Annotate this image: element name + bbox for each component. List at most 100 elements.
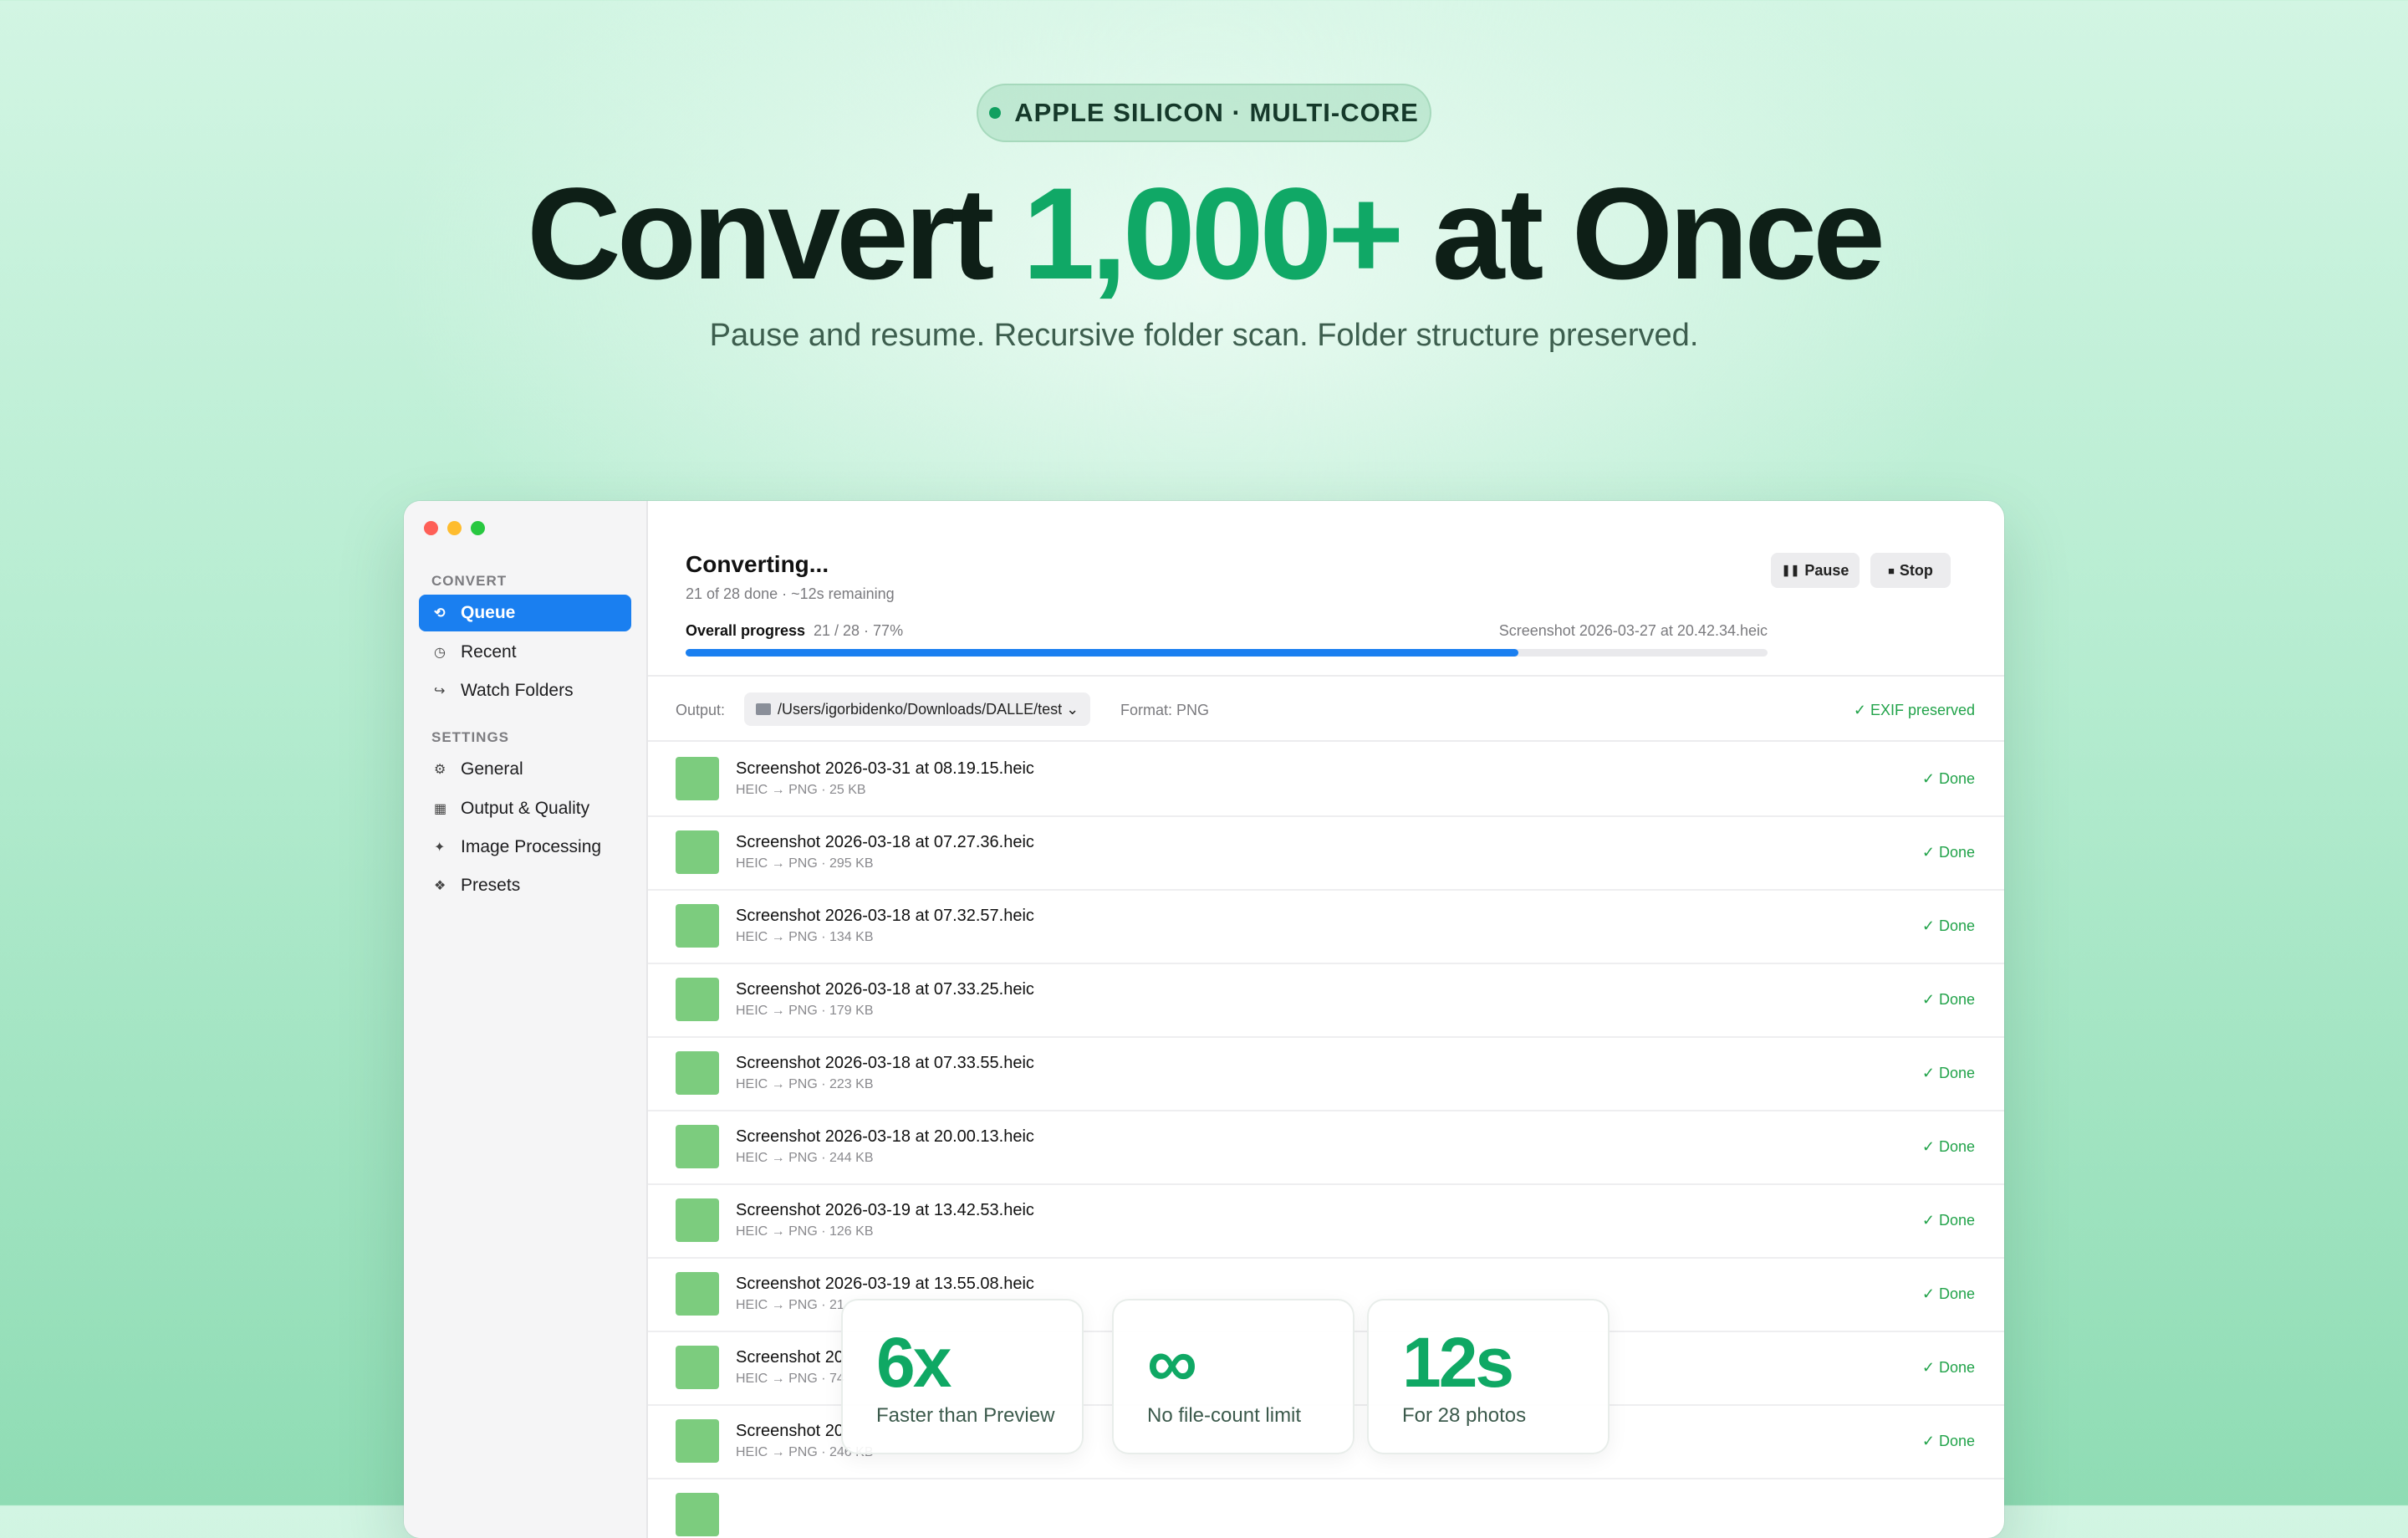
queue-icon: ⟲ (434, 606, 446, 621)
headline: Convert 1,000+ at Once (0, 159, 2408, 309)
file-name: Screenshot 2026-03-18 at 20.00.13.heic (736, 1127, 1034, 1146)
output-path: /Users/igorbidenko/Downloads/DALLE/test … (778, 700, 1079, 718)
divider (648, 675, 2004, 677)
file-row[interactable]: Screenshot 2026-03-18 at 07.32.57.heic H… (648, 889, 2004, 964)
file-thumbnail (676, 904, 719, 948)
status-dot-icon (989, 107, 1002, 119)
file-row[interactable]: Screenshot 2026-03-19 at 13.42.53.heic H… (648, 1183, 2004, 1259)
stop-button[interactable]: ■ Stop (1870, 553, 1951, 588)
file-status: ✓ Done (1921, 844, 1975, 861)
file-thumbnail (676, 1272, 719, 1316)
badge-label: APPLE SILICON · MULTI-CORE (1014, 98, 1419, 127)
file-thumbnail (676, 978, 719, 1021)
file-row[interactable]: Screenshot 2026-03-18 at 07.27.36.heic H… (648, 815, 2004, 891)
sidebar-item-presets[interactable]: ❖ Presets (419, 867, 631, 904)
file-row[interactable] (648, 1478, 2004, 1538)
file-thumbnail (676, 1051, 719, 1095)
file-meta: HEIC → PNG · 223 KB (736, 1077, 874, 1091)
stat-card-speed: 6x Faster than Preview (841, 1299, 1084, 1454)
file-thumbnail (676, 1198, 719, 1242)
file-status: ✓ Done (1921, 1138, 1975, 1155)
progress-bar-fill (686, 649, 1519, 657)
sidebar-item-output-quality[interactable]: ▦ Output & Quality (419, 790, 631, 827)
file-meta: HEIC → PNG · 74 (736, 1372, 844, 1386)
file-name: Screenshot 20 (736, 1348, 844, 1367)
presets-icon: ❖ (434, 879, 446, 893)
file-thumbnail (676, 757, 719, 800)
sidebar-item-label: Queue (461, 603, 516, 622)
file-status: ✓ Done (1921, 770, 1975, 787)
file-row[interactable]: Screenshot 2026-03-18 at 20.00.13.heic H… (648, 1110, 2004, 1185)
minimize-window-button[interactable] (447, 521, 462, 535)
stat-label: No file-count limit (1147, 1404, 1302, 1427)
stat-value: ∞ (1147, 1323, 1197, 1402)
sidebar-item-queue[interactable]: ⟲ Queue (419, 595, 631, 631)
output-label: Output: (676, 702, 726, 718)
window-controls (424, 521, 485, 535)
pause-icon: ❚❚ (1781, 564, 1800, 576)
current-file: Screenshot 2026-03-27 at 20.42.34.heic (1498, 622, 1768, 639)
zoom-window-button[interactable] (471, 521, 485, 535)
watch-folder-icon: ↪ (434, 684, 446, 698)
sidebar-item-label: Presets (461, 876, 521, 895)
file-thumbnail (676, 1346, 719, 1389)
file-status: ✓ Done (1921, 1433, 1975, 1449)
file-name: Screenshot 2026-03-31 at 08.19.15.heic (736, 759, 1034, 778)
subheadline: Pause and resume. Recursive folder scan.… (709, 318, 1699, 353)
file-meta: HEIC → PNG · 21 (736, 1298, 844, 1312)
status-title: Converting... (686, 551, 829, 577)
file-status: ✓ Done (1921, 1359, 1975, 1376)
platform-badge: APPLE SILICON · MULTI-CORE (977, 84, 1431, 142)
file-name: Screenshot 2026-03-19 at 13.55.08.heic (736, 1275, 1034, 1293)
clock-icon: ◷ (434, 646, 446, 660)
sidebar-item-watch-folders[interactable]: ↪ Watch Folders (419, 672, 631, 709)
sidebar-item-label: General (461, 759, 523, 779)
file-name: Screenshot 2026-03-18 at 07.27.36.heic (736, 833, 1034, 851)
file-thumbnail (676, 1493, 719, 1536)
file-thumbnail (676, 1125, 719, 1168)
stat-label: Faster than Preview (876, 1404, 1055, 1427)
output-format: Format: PNG (1120, 702, 1210, 718)
file-name: Screenshot 2026-03-19 at 13.42.53.heic (736, 1201, 1034, 1219)
file-meta: HEIC → PNG · 25 KB (736, 783, 866, 797)
file-name: Screenshot 20 (736, 1422, 844, 1440)
file-status: ✓ Done (1921, 1212, 1975, 1229)
pause-button-label: Pause (1804, 561, 1849, 579)
file-row[interactable]: Screenshot 2026-03-18 at 07.33.55.heic H… (648, 1036, 2004, 1111)
pause-button[interactable]: ❚❚ Pause (1771, 553, 1860, 588)
stat-card-time: 12s For 28 photos (1367, 1299, 1610, 1454)
output-folder-picker[interactable]: /Users/igorbidenko/Downloads/DALLE/test … (744, 692, 1090, 726)
sidebar-item-label: Output & Quality (461, 799, 590, 818)
status-subtitle: 21 of 28 done · ~12s remaining (686, 585, 895, 602)
close-window-button[interactable] (424, 521, 438, 535)
file-name: Screenshot 2026-03-18 at 07.33.25.heic (736, 980, 1034, 999)
file-status: ✓ Done (1921, 917, 1975, 934)
sidebar-item-label: Watch Folders (461, 681, 574, 700)
folder-icon (756, 703, 771, 715)
file-name: Screenshot 2026-03-18 at 07.33.55.heic (736, 1054, 1034, 1072)
exif-status: ✓ EXIF preserved (1853, 702, 1975, 718)
file-meta: HEIC → PNG · 295 KB (736, 856, 874, 871)
file-status: ✓ Done (1921, 991, 1975, 1008)
stop-icon: ■ (1888, 564, 1895, 577)
sidebar-item-general[interactable]: ⚙ General (419, 751, 631, 788)
stat-card-limit: ∞ No file-count limit (1112, 1299, 1354, 1454)
file-meta: HEIC → PNG · 244 KB (736, 1151, 874, 1165)
stop-button-label: Stop (1899, 561, 1933, 579)
file-thumbnail (676, 1419, 719, 1463)
stat-value: 6x (876, 1323, 951, 1402)
headline-pre: Convert (527, 161, 1023, 307)
output-icon: ▦ (434, 802, 447, 816)
file-status: ✓ Done (1921, 1285, 1975, 1302)
sidebar-item-image-processing[interactable]: ✦ Image Processing (419, 829, 631, 866)
file-meta: HEIC → PNG · 126 KB (736, 1224, 874, 1239)
file-row[interactable]: Screenshot 2026-03-18 at 07.33.25.heic H… (648, 963, 2004, 1038)
stat-value: 12s (1402, 1323, 1514, 1402)
headline-accent: 1,000+ (1022, 161, 1404, 307)
sidebar-item-label: Image Processing (461, 837, 602, 856)
headline-post: at Once (1400, 161, 1885, 307)
file-row[interactable]: Screenshot 2026-03-31 at 08.19.15.heic H… (648, 742, 2004, 817)
sidebar-section-settings: SETTINGS (431, 729, 510, 745)
sidebar-item-recent[interactable]: ◷ Recent (419, 634, 631, 671)
file-name: Screenshot 2026-03-18 at 07.32.57.heic (736, 907, 1034, 925)
